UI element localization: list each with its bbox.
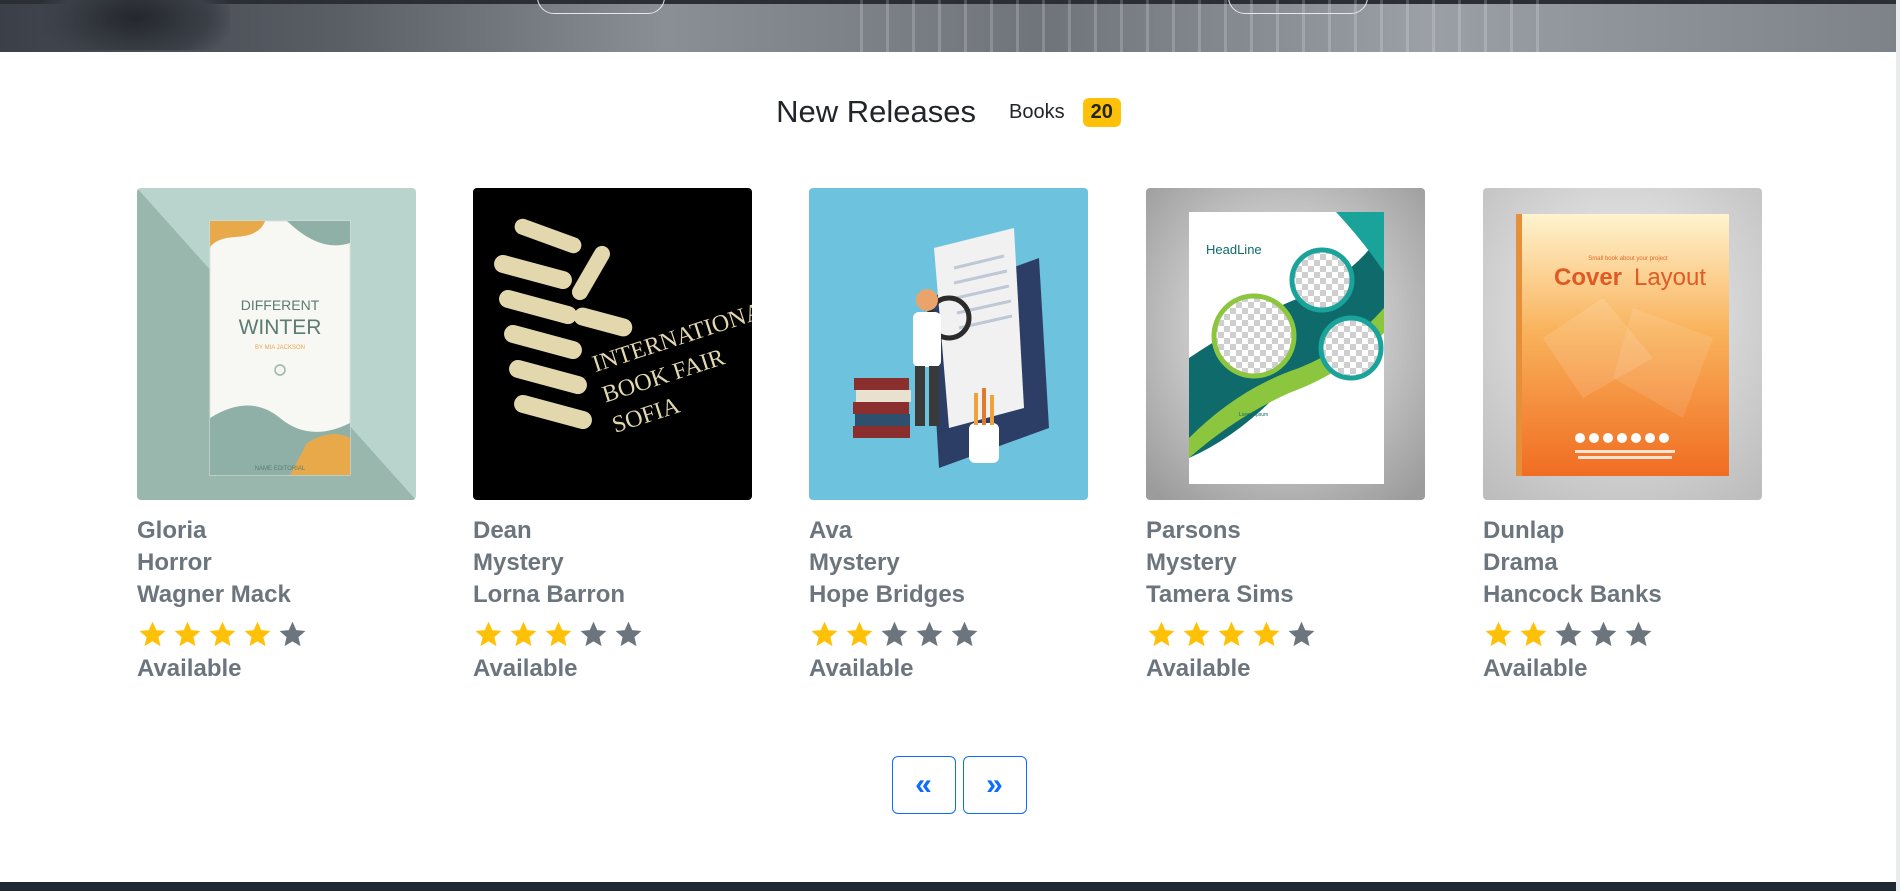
hero-right-button[interactable] — [1228, 0, 1368, 14]
book-cover-image[interactable]: HeadLine Lorem Ipsum — [1146, 188, 1425, 500]
double-chevron-left-icon: « — [915, 768, 932, 801]
book-genre: Mystery — [473, 549, 564, 576]
book-cover-image[interactable]: Small book about your project Cover Layo… — [1483, 188, 1762, 500]
book-cover-image[interactable]: DIFFERENT WINTER BY MIA JACKSON NAME EDI… — [137, 188, 416, 500]
star-empty-icon — [279, 621, 306, 646]
book-genre: Drama — [1483, 549, 1558, 576]
star-empty-icon — [1288, 621, 1315, 646]
book-genre: Mystery — [809, 549, 900, 576]
svg-text:Small book about your project: Small book about your project — [1588, 256, 1668, 262]
book-author: Hope Bridges — [809, 581, 966, 608]
book-author: Tamera Sims — [1146, 581, 1294, 608]
star-filled-icon — [1218, 621, 1245, 646]
star-filled-icon — [209, 621, 236, 646]
svg-text:DIFFERENT: DIFFERENT — [241, 297, 320, 313]
star-filled-icon — [1485, 621, 1512, 646]
availability-status: Available — [1483, 655, 1588, 682]
star-filled-icon — [1183, 621, 1210, 646]
star-empty-icon — [1625, 621, 1652, 646]
rating-stars — [473, 617, 752, 651]
book-card[interactable]: Small book about your project Cover Layo… — [1483, 188, 1762, 683]
section-title: New Releases — [776, 94, 977, 129]
footer-strip — [0, 882, 1900, 891]
star-filled-icon — [1148, 621, 1175, 646]
book-genre: Mystery — [1146, 549, 1237, 576]
star-filled-icon — [1253, 621, 1280, 646]
availability-status: Available — [137, 655, 242, 682]
cover-different-winter: DIFFERENT WINTER BY MIA JACKSON NAME EDI… — [137, 188, 416, 500]
hero-left-button[interactable] — [537, 0, 665, 14]
book-author: Lorna Barron — [473, 581, 626, 608]
star-filled-icon — [475, 621, 502, 646]
svg-text:WINTER: WINTER — [239, 316, 322, 339]
star-empty-icon — [580, 621, 607, 646]
book-cover-image[interactable]: INTERNATIONAL BOOK FAIR SOFIA — [473, 188, 752, 500]
cover-headline: HeadLine Lorem Ipsum — [1146, 188, 1425, 500]
book-title: Dean — [473, 517, 532, 544]
rating-stars — [1483, 617, 1762, 651]
section-header: New Releases Books 20 — [0, 90, 1900, 134]
carousel-pager: « » — [0, 756, 1900, 814]
star-empty-icon — [615, 621, 642, 646]
next-page-button[interactable]: » — [962, 756, 1027, 814]
previous-page-button[interactable]: « — [891, 756, 956, 814]
star-filled-icon — [1520, 621, 1547, 646]
double-chevron-right-icon: » — [986, 768, 1003, 801]
book-title: Dunlap — [1483, 517, 1565, 544]
svg-text:Lorem Ipsum: Lorem Ipsum — [1239, 412, 1268, 418]
star-filled-icon — [545, 621, 572, 646]
rating-stars — [137, 617, 416, 651]
star-filled-icon — [244, 621, 271, 646]
star-filled-icon — [846, 621, 873, 646]
book-card[interactable]: INTERNATIONAL BOOK FAIR SOFIA Dean Myste… — [473, 188, 752, 683]
star-filled-icon — [510, 621, 537, 646]
star-empty-icon — [916, 621, 943, 646]
book-title: Gloria — [137, 517, 207, 544]
cover-cover-layout: Small book about your project Cover Layo… — [1483, 188, 1762, 500]
cover-reader-illustration — [809, 188, 1088, 500]
book-carousel: DIFFERENT WINTER BY MIA JACKSON NAME EDI… — [137, 188, 1763, 688]
star-filled-icon — [811, 621, 838, 646]
hero-banner-strip — [0, 0, 1900, 52]
hero-photo-railings — [860, 0, 1560, 52]
svg-text:Layout: Layout — [1634, 264, 1706, 291]
cover-book-fair: INTERNATIONAL BOOK FAIR SOFIA — [473, 188, 752, 500]
book-genre: Horror — [137, 549, 212, 576]
star-empty-icon — [1555, 621, 1582, 646]
book-title: Parsons — [1146, 517, 1241, 544]
rating-stars — [809, 617, 1088, 651]
svg-text:HeadLine: HeadLine — [1206, 242, 1262, 257]
availability-status: Available — [473, 655, 578, 682]
book-author: Hancock Banks — [1483, 581, 1662, 608]
book-card[interactable]: DIFFERENT WINTER BY MIA JACKSON NAME EDI… — [137, 188, 416, 683]
rating-stars — [1146, 617, 1425, 651]
svg-text:NAME EDITORIAL: NAME EDITORIAL — [255, 466, 306, 472]
hero-photo-figure — [40, 0, 230, 50]
star-empty-icon — [1590, 621, 1617, 646]
books-label: Books — [1009, 100, 1065, 123]
star-empty-icon — [951, 621, 978, 646]
star-empty-icon — [881, 621, 908, 646]
svg-text:Cover: Cover — [1554, 264, 1622, 291]
availability-status: Available — [809, 655, 914, 682]
books-count-badge: 20 — [1082, 97, 1121, 127]
svg-text:BY MIA JACKSON: BY MIA JACKSON — [255, 345, 305, 351]
scrollbar-track[interactable] — [1896, 0, 1900, 891]
book-cover-image[interactable] — [809, 188, 1088, 500]
star-filled-icon — [139, 621, 166, 646]
star-filled-icon — [174, 621, 201, 646]
availability-status: Available — [1146, 655, 1251, 682]
book-author: Wagner Mack — [137, 581, 291, 608]
book-card[interactable]: Ava Mystery Hope Bridges Available — [809, 188, 1088, 683]
book-title: Ava — [809, 517, 853, 544]
book-card[interactable]: HeadLine Lorem Ipsum Parsons Mystery Tam… — [1146, 188, 1425, 683]
